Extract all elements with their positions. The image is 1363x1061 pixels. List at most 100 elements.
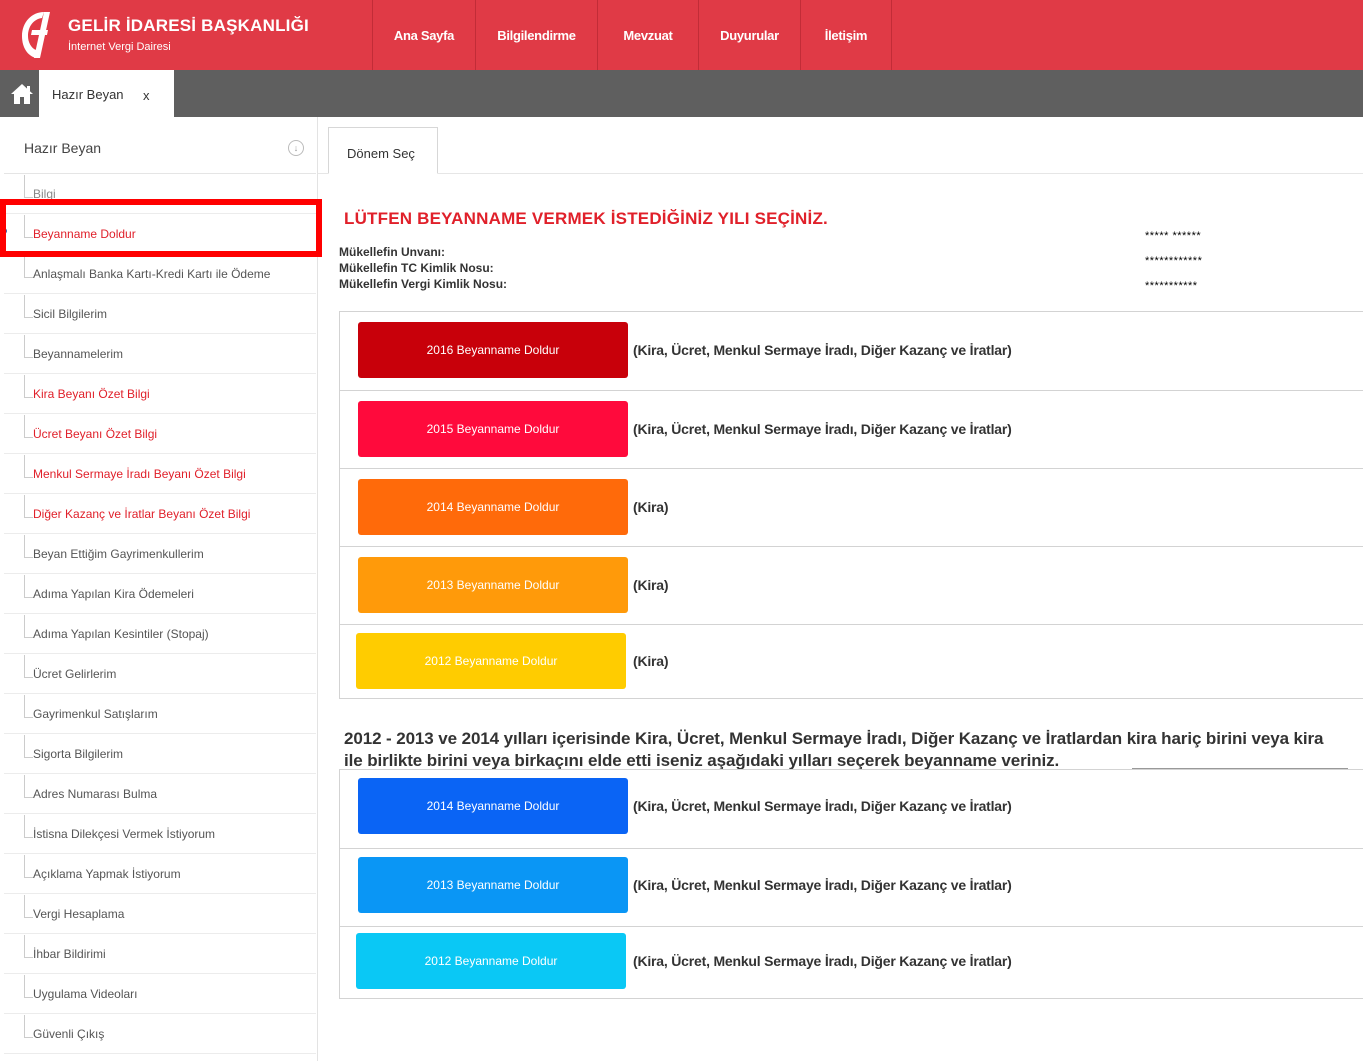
tree-connector-icon [24, 535, 33, 558]
sidebar-item[interactable]: Adıma Yapılan Kira Ödemeleri [4, 575, 316, 614]
tree-connector-icon [24, 175, 33, 198]
sidebar-item-label: Gayrimenkul Satışlarım [33, 707, 158, 721]
taxpayer-name-label: Mükellefin Unvanı: [339, 245, 446, 259]
tree-connector-icon [24, 975, 33, 998]
active-item-indicator [1, 228, 7, 234]
returns-panel-2: 2014 Beyanname Doldur (Kira, Ücret, Menku… [339, 769, 1363, 999]
nav-iletisim[interactable]: İletişim [801, 0, 892, 70]
sidebar-item[interactable]: Diğer Kazanç ve İratlar Beyanı Özet Bilg… [4, 495, 316, 534]
sidebar-item[interactable]: Açıklama Yapmak İstiyorum [4, 855, 316, 894]
return-scope-text: (Kira) [633, 499, 669, 515]
sidebar-item-label: Beyannamelerim [33, 347, 124, 361]
tree-connector-icon [24, 895, 33, 918]
return-scope-text: (Kira, Ücret, Menkul Sermaye İradı, Diğe… [633, 953, 1012, 969]
sidebar-item-label: Adıma Yapılan Kira Ödemeleri [33, 587, 194, 601]
sidebar: Hazır Beyan ↓ Bilgi Beyanname Doldur Anlaş… [0, 117, 318, 1061]
return-scope-text: (Kira) [633, 653, 669, 669]
sidebar-item[interactable]: Vergi Hesaplama [4, 895, 316, 934]
sidebar-item-label: Beyanname Doldur [33, 227, 136, 241]
tab-donem-sec-label: Dönem Seç [347, 146, 415, 161]
sidebar-item[interactable]: Bilgi [4, 175, 316, 214]
tree-connector-icon [24, 655, 33, 678]
sidebar-item-label: Adıma Yapılan Kesintiler (Stopaj) [33, 627, 209, 641]
sidebar-item[interactable]: Beyan Ettiğim Gayrimenkullerim [4, 535, 316, 574]
sidebar-item[interactable]: İhbar Bildirimi [4, 935, 316, 974]
taxpayer-vkn-label: Mükellefin Vergi Kimlik Nosu: [339, 277, 508, 291]
sidebar-item[interactable]: İstisna Dilekçesi Vermek İstiyorum [4, 815, 316, 854]
nav-ana-sayfa[interactable]: Ana Sayfa [373, 0, 476, 70]
return-row: 2014 Beyanname Doldur (Kira) [340, 468, 1363, 547]
return-scope-text: (Kira) [633, 577, 669, 593]
sidebar-item-label: Sigorta Bilgilerim [33, 747, 124, 761]
return-row: 2013 Beyanname Doldur (Kira) [340, 546, 1363, 625]
fill-return-button[interactable]: 2016 Beyanname Doldur [358, 322, 628, 378]
nav-bilgilendirme[interactable]: Bilgilendirme [476, 0, 598, 70]
fill-return-button[interactable]: 2012 Beyanname Doldur [356, 933, 626, 989]
fill-return-button[interactable]: 2012 Beyanname Doldur [356, 633, 626, 689]
return-scope-text: (Kira, Ücret, Menkul Sermaye İradı, Diğe… [633, 798, 1012, 814]
tab-hazir-beyan[interactable]: Hazır Beyan x [39, 70, 174, 117]
fill-return-button[interactable]: 2014 Beyanname Doldur [358, 479, 628, 535]
sidebar-item[interactable]: Gayrimenkul Satışlarım [4, 695, 316, 734]
home-icon[interactable] [4, 70, 39, 117]
tab-donem-sec[interactable]: Dönem Seç [328, 127, 438, 174]
tab-bar: Hazır Beyan x [0, 70, 1363, 117]
nav-duyurular[interactable]: Duyurular [699, 0, 801, 70]
sidebar-header-label: Hazır Beyan [24, 140, 102, 156]
sidebar-item[interactable]: Anlaşmalı Banka Kartı-Kredi Kartı ile Öd… [4, 255, 316, 294]
fill-return-button[interactable]: 2013 Beyanname Doldur [358, 857, 628, 913]
tab-close-icon[interactable]: x [143, 88, 150, 103]
sidebar-item[interactable]: Güvenli Çıkış [4, 1015, 316, 1054]
sidebar-item[interactable]: Sigorta Bilgilerim [4, 735, 316, 774]
return-row: 2015 Beyanname Doldur (Kira, Ücret, Menku… [340, 390, 1363, 469]
sidebar-item-label: İhbar Bildirimi [33, 947, 106, 961]
top-header: GELİR İDARESİ BAŞKANLIĞI İnternet Vergi … [0, 0, 1363, 70]
sidebar-item[interactable]: Adıma Yapılan Kesintiler (Stopaj) [4, 615, 316, 654]
sidebar-item-label: Beyan Ettiğim Gayrimenkullerim [33, 547, 204, 561]
return-row: 2016 Beyanname Doldur (Kira, Ücret, Menku… [340, 312, 1363, 390]
tree-connector-icon [24, 295, 33, 318]
tree-connector-icon [24, 495, 33, 518]
main-nav: Ana Sayfa Bilgilendirme Mevzuat Duyurula… [372, 0, 892, 70]
fill-return-button[interactable]: 2013 Beyanname Doldur [358, 557, 628, 613]
sidebar-item[interactable]: Ücret Gelirlerim [4, 655, 316, 694]
sidebar-item-label: Diğer Kazanç ve İratlar Beyanı Özet Bilg… [33, 507, 251, 521]
sidebar-item-label: Açıklama Yapmak İstiyorum [33, 867, 181, 881]
tree-connector-icon [24, 335, 33, 358]
sidebar-item[interactable]: Adres Numarası Bulma [4, 775, 316, 814]
page-heading: LÜTFEN BEYANNAME VERMEK İSTEDİĞİNİZ YILI… [344, 209, 828, 228]
sidebar-item[interactable]: Beyannamelerim [4, 335, 316, 374]
sidebar-item-label: İstisna Dilekçesi Vermek İstiyorum [33, 827, 216, 841]
gib-logo-icon[interactable] [14, 10, 54, 60]
return-row: 2012 Beyanname Doldur (Kira) [340, 624, 1363, 699]
sidebar-item-label: Vergi Hesaplama [33, 907, 125, 921]
fill-return-button[interactable]: 2015 Beyanname Doldur [358, 401, 628, 457]
return-row: 2013 Beyanname Doldur (Kira, Ücret, Menku… [340, 848, 1363, 927]
sidebar-item-label: Ücret Gelirlerim [33, 667, 117, 681]
fill-return-button[interactable]: 2014 Beyanname Doldur [358, 778, 628, 834]
arrow-down-circle-icon[interactable]: ↓ [288, 140, 304, 156]
sidebar-item-label: Bilgi [33, 187, 56, 201]
sidebar-item[interactable]: Menkul Sermaye İradı Beyanı Özet Bilgi [4, 455, 316, 494]
sidebar-header[interactable]: Hazır Beyan ↓ [4, 117, 316, 174]
tree-connector-icon [24, 455, 33, 478]
sidebar-item[interactable]: Sicil Bilgilerim [4, 295, 316, 334]
sidebar-item[interactable]: Ücret Beyanı Özet Bilgi [4, 415, 316, 454]
nav-mevzuat[interactable]: Mevzuat [598, 0, 699, 70]
tree-connector-icon [24, 695, 33, 718]
tree-connector-icon [24, 935, 33, 958]
sidebar-item-label: Ücret Beyanı Özet Bilgi [33, 427, 158, 441]
tab-divider [318, 173, 1363, 174]
tree-connector-icon [24, 855, 33, 878]
sidebar-item[interactable]: Kira Beyanı Özet Bilgi [4, 375, 316, 414]
sidebar-item[interactable]: Beyanname Doldur [4, 215, 316, 254]
tree-connector-icon [24, 775, 33, 798]
sidebar-item[interactable]: Uygulama Videoları [4, 975, 316, 1014]
return-row: 2012 Beyanname Doldur (Kira, Ücret, Menku… [340, 926, 1363, 999]
tree-connector-icon [24, 575, 33, 598]
sidebar-item-label: Uygulama Videoları [33, 987, 138, 1001]
sidebar-item-label: Adres Numarası Bulma [33, 787, 158, 801]
tree-connector-icon [24, 615, 33, 638]
sidebar-item-label: Kira Beyanı Özet Bilgi [33, 387, 150, 401]
tree-connector-icon [24, 255, 33, 278]
